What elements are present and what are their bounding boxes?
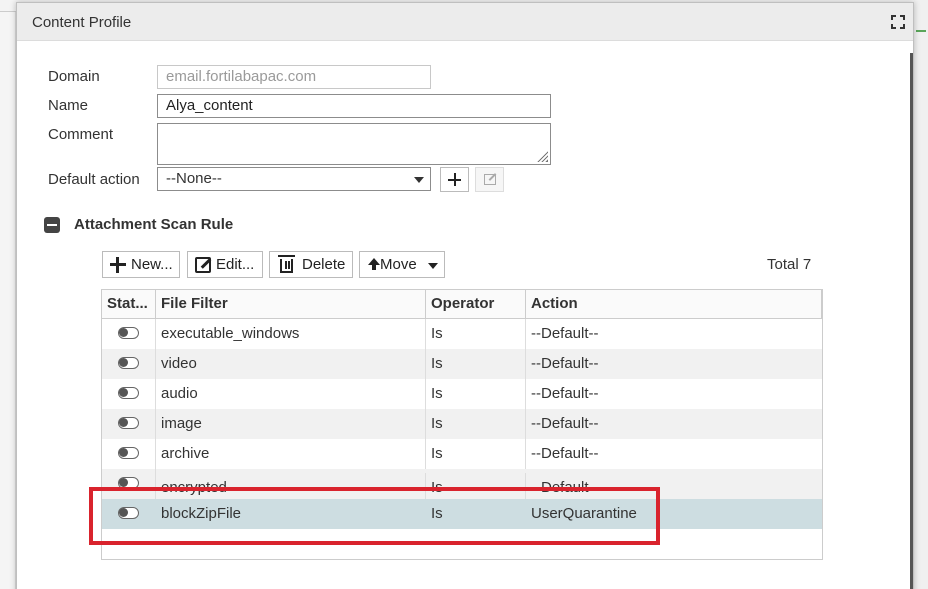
collapse-section-icon[interactable] [44,217,60,233]
plus-icon [110,257,126,273]
default-action-value: --None-- [166,170,222,187]
maximize-icon[interactable] [891,15,905,29]
action-cell: --Default-- [531,385,599,402]
action-cell: --Default-- [531,355,599,372]
dialog-header: Content Profile [17,3,913,41]
chevron-down-icon [414,177,424,183]
comment-label: Comment [48,126,114,143]
edit-icon [195,257,211,273]
chevron-down-icon [428,263,438,269]
trash-icon [278,255,295,273]
dialog-title: Content Profile [32,14,132,31]
action-cell: --Default-- [531,415,599,432]
domain-field: email.fortilabapac.com [157,65,431,89]
file-filter-cell: audio [156,379,426,409]
background-window-right [914,0,928,589]
resize-grip-icon[interactable] [536,150,548,162]
highlight-annotation-box [89,487,660,545]
file-filter-cell: archive [156,439,426,469]
status-toggle-icon[interactable] [118,357,139,369]
operator-cell: Is [426,439,526,469]
background-window-left [0,0,16,589]
comment-field[interactable] [157,123,551,165]
column-header-operator[interactable]: Operator [426,290,526,319]
table-row[interactable]: archive Is --Default-- [102,439,822,469]
section-title: Attachment Scan Rule [74,216,234,233]
default-action-select[interactable]: --None-- [157,167,431,191]
status-toggle-icon[interactable] [118,387,139,399]
delete-button[interactable]: Delete [269,251,353,278]
name-field[interactable]: Alya_content [157,94,551,118]
new-button-label: New... [131,256,173,273]
new-button[interactable]: New... [102,251,180,278]
operator-cell: Is [426,349,526,379]
status-toggle-icon[interactable] [118,327,139,339]
action-cell: --Default-- [531,325,599,342]
edit-default-action-button [475,167,504,192]
operator-cell: Is [426,409,526,439]
table-row[interactable]: video Is --Default-- [102,349,822,379]
table-row[interactable]: executable_windows Is --Default-- [102,319,822,349]
name-label: Name [48,97,89,114]
move-button[interactable]: Move [359,251,445,278]
move-button-label: Move [380,256,417,273]
action-cell: --Default-- [531,445,599,462]
edit-button[interactable]: Edit... [187,251,263,278]
file-filter-cell: executable_windows [156,319,426,349]
operator-cell: Is [426,319,526,349]
delete-button-label: Delete [302,256,346,273]
file-filter-cell: image [156,409,426,439]
column-header-action[interactable]: Action [526,290,822,319]
operator-cell: Is [426,379,526,409]
edit-icon [484,174,496,185]
column-header-status[interactable]: Stat... [102,290,156,319]
total-count: Total 7 [767,256,812,273]
table-header: Stat... File Filter Operator Action [102,290,822,319]
status-toggle-icon[interactable] [118,417,139,429]
edit-button-label: Edit... [216,256,255,273]
file-filter-cell: video [156,349,426,379]
scrollbar[interactable] [910,53,913,589]
column-header-file-filter[interactable]: File Filter [156,290,426,319]
table-row[interactable]: image Is --Default-- [102,409,822,439]
status-toggle-icon[interactable] [118,447,139,459]
table-row[interactable]: audio Is --Default-- [102,379,822,409]
default-action-label: Default action [48,171,140,188]
domain-label: Domain [48,68,100,85]
arrow-up-icon [368,258,384,274]
add-default-action-button[interactable] [440,167,469,192]
